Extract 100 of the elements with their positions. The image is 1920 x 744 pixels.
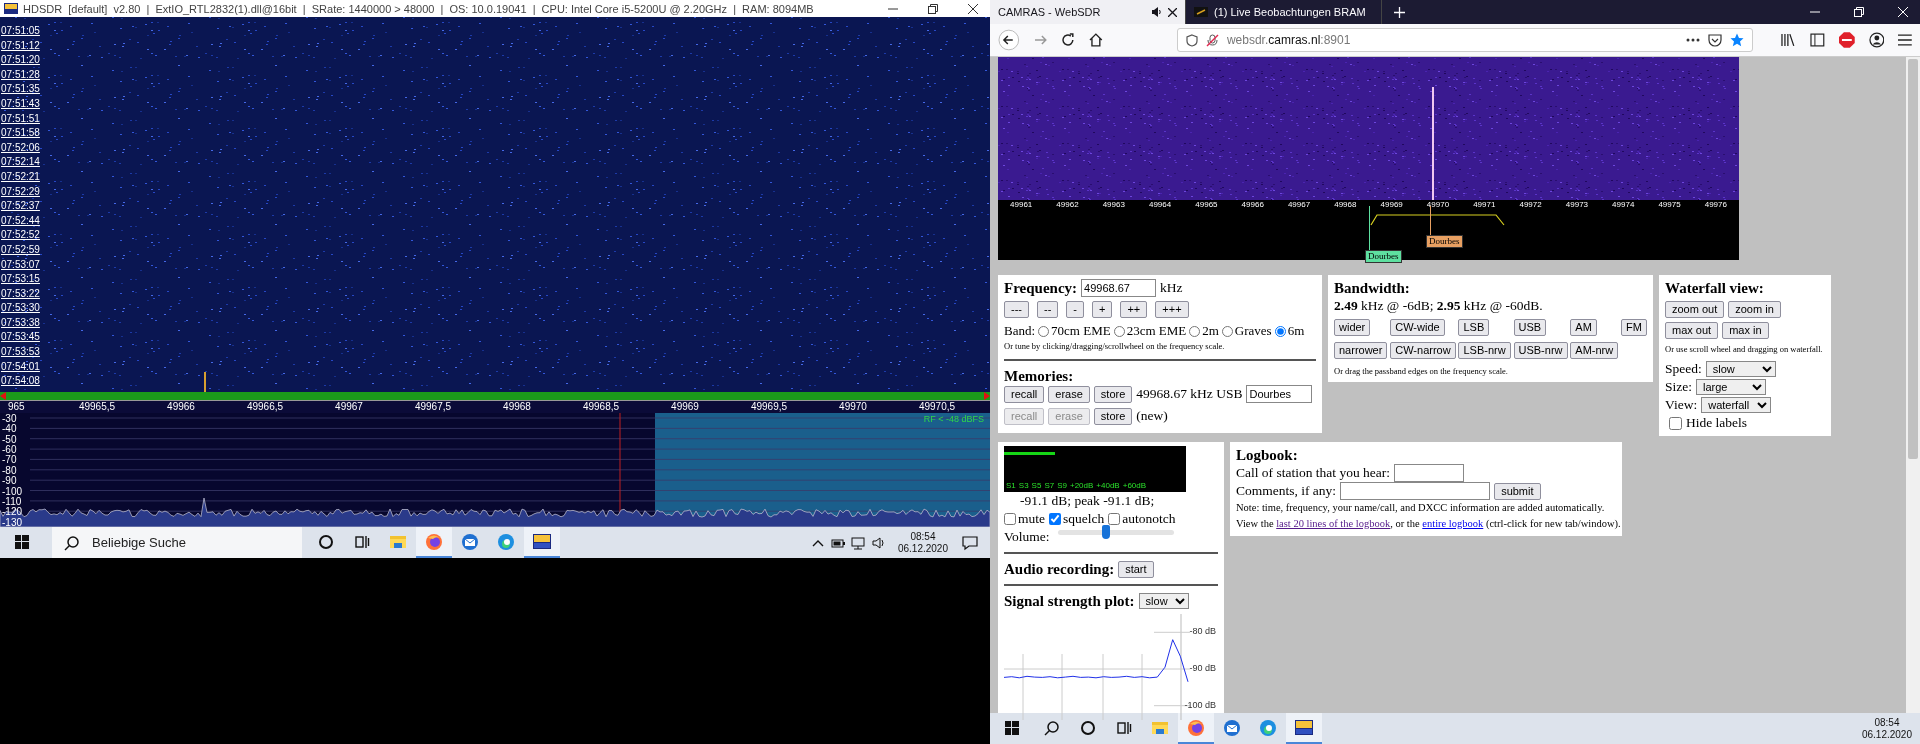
stop-sign-icon[interactable] [1838, 32, 1855, 48]
dropdown[interactable]: slow [1138, 593, 1189, 609]
memory-text: (new) [1136, 407, 1168, 425]
shield-icon[interactable] [1185, 33, 1198, 47]
button[interactable]: zoom out [1665, 301, 1725, 318]
level-label: -30 [1, 413, 17, 424]
dropdown[interactable]: large [1696, 379, 1766, 395]
dropdown[interactable]: slow [1705, 361, 1776, 377]
radio-label: 6m [1287, 322, 1305, 340]
button[interactable]: USB-nrw [1513, 342, 1568, 359]
forward-icon[interactable] [1033, 33, 1048, 47]
browser-icon [425, 532, 443, 551]
button[interactable]: + [1092, 301, 1113, 318]
close-icon[interactable] [968, 3, 978, 14]
button[interactable]: erase [1048, 385, 1090, 403]
checkbox[interactable] [1669, 416, 1682, 430]
timestamp-label: 07:53:38 [0, 316, 40, 330]
browser-icon [1187, 718, 1205, 737]
button[interactable]: store [1093, 385, 1133, 403]
station-marker[interactable]: Dourbes [1426, 235, 1463, 248]
taskbar-button[interactable] [1286, 713, 1322, 744]
level-label: -130 [1, 516, 22, 527]
more-icon[interactable] [1686, 38, 1701, 42]
volume-icon[interactable] [870, 536, 885, 551]
button[interactable]: submit [1494, 482, 1541, 500]
button[interactable]: max out [1665, 322, 1719, 339]
address-bar[interactable]: websdr.camras.nl:8901 [1176, 28, 1754, 52]
button[interactable]: wider [1334, 319, 1371, 336]
button[interactable]: store [1093, 407, 1133, 425]
button[interactable]: LSB-nrw [1458, 342, 1511, 359]
search-input[interactable]: Beliebige Suche [90, 534, 290, 551]
dropdown[interactable]: waterfall [1701, 397, 1772, 413]
restore-icon[interactable] [928, 3, 938, 14]
timestamp-label: 07:51:20 [0, 54, 40, 68]
notification-icon[interactable] [962, 534, 978, 551]
frequency-label: 49965 [1194, 200, 1219, 209]
timestamp-label: 07:51:28 [0, 68, 40, 82]
taskbar-button[interactable] [524, 527, 560, 558]
sidebar-icon[interactable] [1810, 33, 1825, 47]
slider-thumb[interactable] [1102, 524, 1111, 539]
new-tab-icon[interactable] [1394, 6, 1405, 18]
button[interactable]: max in [1722, 322, 1769, 339]
button[interactable]: CW-narrow [1390, 342, 1456, 359]
battery-icon[interactable] [830, 536, 845, 551]
star-icon[interactable] [1730, 33, 1745, 47]
swirl-icon [1259, 718, 1277, 737]
logbook-link[interactable]: entire logbook [1422, 517, 1484, 529]
network-icon[interactable] [850, 536, 865, 551]
band-label: Band: [1004, 322, 1036, 340]
menu-icon[interactable] [1898, 34, 1913, 46]
frequency-label: 49962 [1055, 200, 1080, 209]
timestamp-label: 07:53:45 [0, 331, 40, 345]
browser-tab[interactable]: CAMRAS - WebSDR [990, 0, 1186, 24]
button[interactable]: --- [1004, 301, 1029, 318]
library-icon[interactable] [1781, 33, 1797, 47]
pocket-icon[interactable] [1708, 33, 1723, 47]
close-icon[interactable] [1168, 7, 1177, 17]
frequency-label: 49961 [1009, 200, 1034, 209]
section-title: Signal strength plot: [1004, 592, 1135, 610]
microphone-blocked-icon[interactable] [1205, 33, 1219, 47]
meter-scale-label: S5 [1031, 481, 1042, 490]
button[interactable]: FM [1621, 319, 1647, 336]
button[interactable]: - [1066, 301, 1084, 318]
input-field[interactable] [1340, 482, 1491, 500]
frequency-label: 49976 [1703, 200, 1728, 209]
radio-button[interactable] [1221, 325, 1233, 337]
radio-button[interactable] [1113, 325, 1125, 337]
button[interactable]: CW-wide [1390, 319, 1445, 336]
station-marker[interactable]: Dourbes [1365, 250, 1402, 263]
speaker-icon[interactable] [1151, 7, 1162, 17]
button[interactable]: AM-nrw [1570, 342, 1619, 359]
frequency-input[interactable]: 49968.67 [1081, 279, 1157, 297]
checkbox-label: autonotch [1122, 510, 1176, 528]
button[interactable]: LSB [1458, 319, 1490, 336]
checkbox[interactable] [1049, 513, 1061, 525]
account-icon[interactable] [1868, 32, 1885, 48]
checkbox[interactable] [1004, 513, 1016, 525]
field-label: Comments, if any: [1236, 482, 1337, 500]
button[interactable]: ++ [1120, 301, 1148, 318]
back-icon[interactable] [998, 29, 1020, 51]
button[interactable]: USB [1513, 319, 1547, 336]
button[interactable]: -- [1037, 301, 1059, 318]
reload-icon[interactable] [1061, 33, 1076, 47]
checkbox[interactable] [1108, 513, 1121, 525]
radio-button[interactable] [1189, 325, 1201, 337]
button[interactable]: start [1118, 560, 1154, 578]
memory-text: 49968.67 kHz USB [1136, 385, 1243, 403]
radio-button[interactable] [1274, 325, 1286, 337]
scrollbar[interactable] [1906, 57, 1920, 713]
input-field[interactable] [1394, 464, 1465, 482]
restore-icon[interactable] [1854, 7, 1864, 17]
radio-button[interactable] [1038, 325, 1050, 337]
button[interactable]: +++ [1155, 301, 1189, 318]
search-box[interactable]: Beliebige Suche [52, 527, 302, 558]
button[interactable]: recall [1004, 385, 1045, 403]
home-icon[interactable] [1089, 33, 1103, 47]
memory-name-input[interactable]: Dourbes [1246, 385, 1313, 403]
button[interactable]: narrower [1334, 342, 1388, 359]
button[interactable]: zoom in [1728, 301, 1781, 318]
button[interactable]: AM [1570, 319, 1597, 336]
